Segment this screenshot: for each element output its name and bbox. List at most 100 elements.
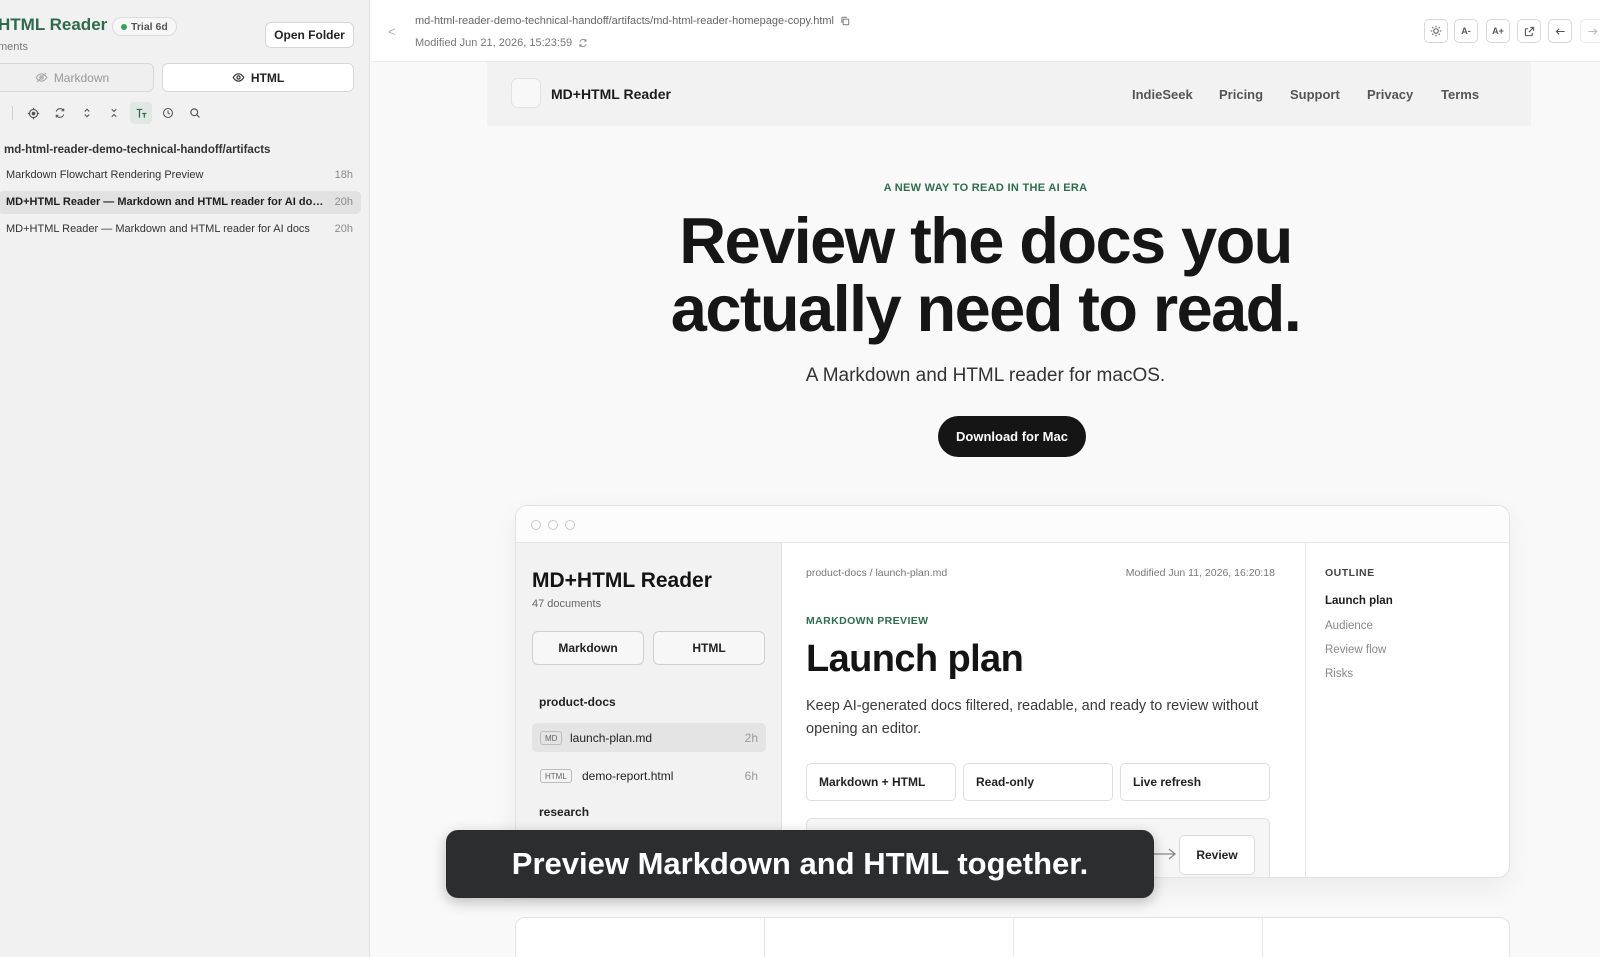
- feature-pill: Read-only: [963, 763, 1113, 801]
- external-link-icon: [1524, 26, 1534, 36]
- app-mockup: MD+HTML Reader 47 documents Markdown HTM…: [515, 505, 1510, 878]
- file-path-text: md-html-reader-demo-technical-handoff/ar…: [415, 15, 834, 27]
- hero-line: Review the docs you: [679, 204, 1293, 277]
- mockup-file-name: launch-plan.md: [570, 731, 653, 745]
- file-type-tag: MD: [540, 731, 563, 745]
- sun-icon: [1430, 25, 1442, 37]
- hero-line: actually need to read.: [670, 272, 1302, 345]
- mockup-breadcrumb: product-docs / launch-plan.md: [806, 567, 948, 579]
- status-dot-icon: [121, 23, 127, 30]
- outline-item: Audience: [1325, 620, 1373, 632]
- sidebar-file-item[interactable]: Markdown Flowchart Rendering Preview 18h: [0, 164, 361, 187]
- mockup-app-title: MD+HTML Reader: [532, 569, 712, 592]
- file-type-tag: HTML: [540, 769, 572, 783]
- grid-divider: [1013, 918, 1014, 957]
- mockup-modified: Modified Jun 11, 2026, 16:20:18: [1125, 567, 1275, 579]
- mode-markdown-label: Markdown: [53, 70, 110, 85]
- video-caption: Preview Markdown and HTML together.: [446, 830, 1154, 898]
- mockup-folder: research: [539, 805, 590, 819]
- back-button[interactable]: [1548, 19, 1572, 43]
- toolbar-divider: [12, 106, 13, 120]
- flow-node-review: Review: [1179, 835, 1255, 875]
- refresh-icon[interactable]: [49, 102, 71, 124]
- feature-pill: Markdown + HTML: [806, 763, 956, 801]
- forward-button[interactable]: [1580, 19, 1600, 43]
- mode-markdown-toggle[interactable]: Markdown: [0, 63, 154, 92]
- mockup-file-item: HTML demo-report.html 6h: [532, 761, 766, 790]
- open-external-button[interactable]: [1517, 19, 1541, 43]
- trial-badge-label: Trial 6d: [131, 20, 168, 33]
- file-title: MD+HTML Reader — Markdown and HTML reade…: [6, 223, 310, 235]
- nav-link-terms[interactable]: Terms: [1441, 87, 1479, 102]
- hero-headline: Review the docs you actually need to rea…: [371, 207, 1600, 343]
- open-folder-button[interactable]: Open Folder: [265, 22, 354, 48]
- modified-time-text: Modified Jun 21, 2026, 15:23:59: [415, 37, 573, 49]
- trial-badge: Trial 6d: [112, 17, 177, 36]
- sidebar-file-item[interactable]: MD+HTML Reader — Markdown and HTML reade…: [0, 218, 361, 241]
- mockup-file-age: 2h: [744, 731, 758, 745]
- locate-icon[interactable]: [22, 102, 44, 124]
- eye-off-icon: [35, 72, 48, 83]
- copy-icon[interactable]: [840, 16, 850, 26]
- file-title: MD+HTML Reader — Markdown and HTML reade…: [6, 196, 326, 208]
- window-dot-icon: [565, 520, 575, 530]
- nav-link-pricing[interactable]: Pricing: [1219, 87, 1263, 102]
- nav-link-privacy[interactable]: Privacy: [1367, 87, 1413, 102]
- file-age: 20h: [334, 223, 353, 235]
- font-smaller-button[interactable]: A-: [1454, 19, 1478, 43]
- nav-link-indieseek[interactable]: IndieSeek: [1132, 87, 1193, 102]
- mockup-html-button: HTML: [653, 631, 765, 665]
- site-nav: MD+HTML Reader IndieSeek Pricing Support…: [487, 62, 1531, 126]
- mockup-heading: Launch plan: [806, 638, 1024, 680]
- document-count: ments: [0, 41, 28, 53]
- mockup-folder: product-docs: [539, 695, 616, 709]
- mockup-doc-count: 47 documents: [532, 598, 602, 610]
- file-title: Markdown Flowchart Rendering Preview: [6, 169, 204, 181]
- outline-item: Launch plan: [1325, 595, 1393, 607]
- text-size-icon[interactable]: [130, 102, 152, 124]
- grid-divider: [764, 918, 765, 957]
- eye-icon: [232, 73, 245, 82]
- feature-grid: [515, 917, 1510, 957]
- app-title: HTML Reader: [0, 15, 108, 34]
- mode-html-label: HTML: [250, 70, 285, 85]
- sidebar-file-item-selected[interactable]: MD+HTML Reader — Markdown and HTML reade…: [0, 191, 361, 214]
- outline-heading: OUTLINE: [1325, 567, 1375, 579]
- file-age: 18h: [334, 169, 353, 181]
- mockup-file-age: 6h: [744, 769, 758, 783]
- document-header: < md-html-reader-demo-technical-handoff/…: [371, 0, 1600, 62]
- mockup-paragraph: Keep AI-generated docs filtered, readabl…: [806, 698, 1259, 737]
- collapse-sidebar-button[interactable]: <: [388, 24, 396, 39]
- refresh-icon[interactable]: [578, 38, 588, 48]
- nav-link-support[interactable]: Support: [1290, 87, 1340, 102]
- hero-eyebrow: A NEW WAY TO READ IN THE AI ERA: [883, 182, 1088, 194]
- app-window: HTML Reader Trial 6d ments Open Folder M…: [0, 0, 1600, 957]
- outline-item: Risks: [1325, 668, 1354, 680]
- site-logo-icon[interactable]: [511, 78, 541, 108]
- expand-icon[interactable]: [76, 102, 98, 124]
- modified-time: Modified Jun 21, 2026, 15:23:59: [415, 37, 588, 49]
- mockup-outline: OUTLINE Launch plan Audience Review flow…: [1305, 543, 1509, 877]
- arrow-left-icon: [1555, 27, 1565, 35]
- history-icon[interactable]: [157, 102, 179, 124]
- mockup-markdown-button: Markdown: [532, 631, 644, 665]
- mockup-titlebar: [516, 506, 1509, 543]
- theme-toggle-button[interactable]: [1424, 19, 1448, 43]
- window-dot-icon: [531, 520, 541, 530]
- mockup-content: product-docs / launch-plan.md Modified J…: [782, 543, 1305, 877]
- grid-divider: [1262, 918, 1263, 957]
- file-path: md-html-reader-demo-technical-handoff/ar…: [415, 15, 850, 27]
- search-icon[interactable]: [184, 102, 206, 124]
- mockup-file-item: MD launch-plan.md 2h: [532, 723, 766, 752]
- sidebar: HTML Reader Trial 6d ments Open Folder M…: [0, 0, 370, 957]
- mode-html-toggle[interactable]: HTML: [162, 63, 354, 92]
- download-button[interactable]: Download for Mac: [938, 416, 1086, 457]
- main-panel: < md-html-reader-demo-technical-handoff/…: [371, 0, 1600, 957]
- collapse-icon[interactable]: [103, 102, 125, 124]
- file-age: 20h: [334, 196, 353, 208]
- font-larger-button[interactable]: A+: [1486, 19, 1510, 43]
- sidebar-folder[interactable]: md-html-reader-demo-technical-handoff/ar…: [4, 144, 270, 156]
- site-brand[interactable]: MD+HTML Reader: [551, 86, 671, 102]
- sidebar-toolbar: [0, 102, 369, 124]
- mockup-file-name: demo-report.html: [582, 769, 674, 783]
